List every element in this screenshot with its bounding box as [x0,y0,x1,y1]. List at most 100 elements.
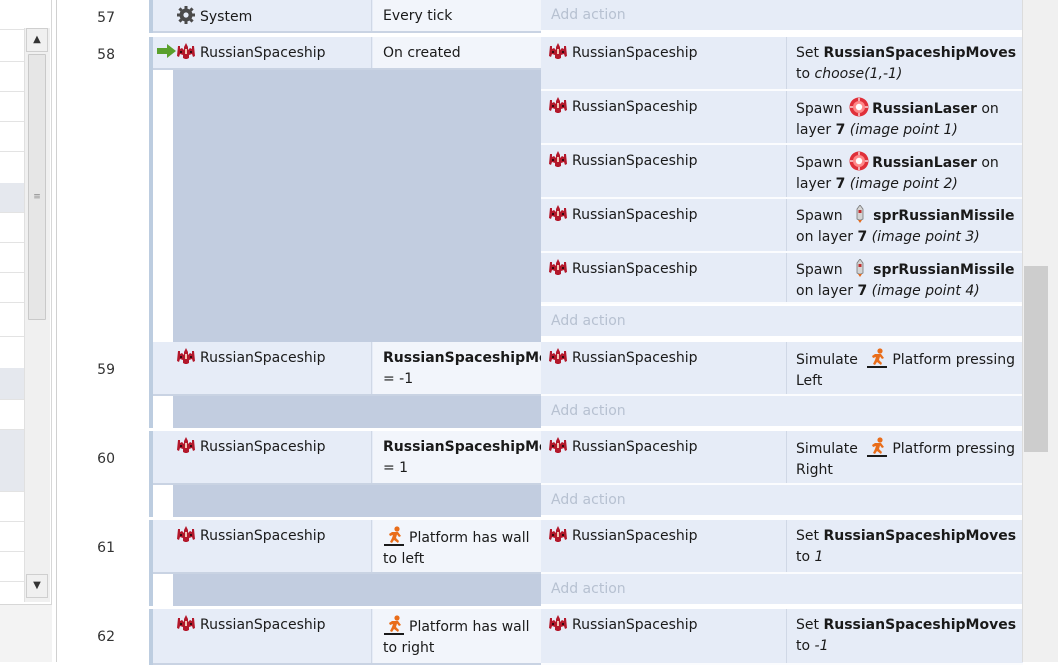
left-list-row[interactable] [0,243,24,273]
left-scrollbar[interactable]: ▲ ≡ ▼ [24,28,50,602]
left-list-row[interactable] [0,62,24,92]
left-list-row-selected[interactable] [0,430,24,492]
condition-text[interactable]: On created [373,37,541,68]
line-number: 60 [97,451,115,467]
action-verb: Set [796,617,824,633]
condition-row[interactable]: RussianSpaceship Platform has wall to le… [153,520,541,572]
line-number: 58 [97,47,115,63]
condition-object[interactable]: RussianSpaceship [153,609,372,663]
action-row[interactable]: RussianSpaceship Set RussianSpaceshipMove… [541,37,1023,91]
condition-block[interactable]: RussianSpaceship RussianSpaceshipMo = -1 [153,342,541,396]
action-row[interactable]: RussianSpaceship Spawn RussianLaser on la… [541,91,1023,145]
condition-object[interactable]: RussianSpaceship [153,520,372,572]
action-row[interactable]: RussianSpaceship Spawn sprRussianMissile … [541,199,1023,253]
left-list-row[interactable] [0,492,24,522]
add-action-button[interactable]: Add action [541,0,1023,30]
action-text[interactable]: Set RussianSpaceshipMoves to 1 [788,520,1023,572]
ship-icon [177,526,195,542]
condition-blank-area[interactable] [173,485,541,517]
add-action-button[interactable]: Add action [541,485,1023,515]
action-object[interactable]: RussianSpaceship [541,431,787,483]
condition-object[interactable]: RussianSpaceship [153,37,372,68]
left-list-row[interactable] [0,213,24,243]
left-list-row[interactable] [0,0,24,30]
condition-row[interactable]: RussianSpaceship Platform has wall to ri… [153,609,541,663]
action-object-name: RussianSpaceship [572,439,698,455]
condition-row[interactable]: RussianSpaceship RussianSpaceshipMo = 1 [153,431,541,483]
ship-icon [549,205,567,221]
action-row[interactable]: RussianSpaceship Simulate Platform pressi… [541,431,1023,485]
action-object[interactable]: RussianSpaceship [541,37,787,89]
right-scrollbar[interactable] [1022,0,1058,662]
condition-row[interactable]: RussianSpaceship On created [153,37,541,68]
action-object[interactable]: RussianSpaceship [541,520,787,572]
event-block[interactable]: RussianSpaceship RussianSpaceshipMo = 1 R… [149,431,1023,517]
action-object[interactable]: RussianSpaceship [541,253,787,302]
action-object-name: RussianSpaceship [572,99,698,115]
add-action-button[interactable]: Add action [541,574,1023,604]
condition-block[interactable]: System Every tick [153,0,541,33]
action-text[interactable]: Spawn sprRussianMissile on layer 7 (imag… [788,253,1023,302]
action-row[interactable]: RussianSpaceship Set RussianSpaceshipMove… [541,520,1023,574]
condition-blank-area[interactable] [173,70,541,375]
left-list-row[interactable] [0,273,24,303]
action-row[interactable]: RussianSpaceship Spawn RussianLaser on la… [541,145,1023,199]
left-list-row-selected[interactable] [0,183,24,213]
event-block[interactable]: RussianSpaceship On created RussianSpaces… [149,37,1023,375]
condition-block[interactable]: RussianSpaceship Platform has wall to ri… [153,609,541,665]
action-target: RussianSpaceshipMoves [823,45,1017,61]
scroll-up-button[interactable]: ▲ [26,28,48,52]
left-list-row[interactable] [0,30,24,62]
action-text[interactable]: Spawn sprRussianMissile on layer 7 (imag… [788,199,1023,251]
condition-blank-area[interactable] [173,574,541,606]
left-list-row[interactable] [0,305,24,337]
add-action-button[interactable]: Add action [541,306,1023,336]
action-object[interactable]: RussianSpaceship [541,609,787,663]
condition-object[interactable]: RussianSpaceship [153,431,372,483]
action-text[interactable]: Set RussianSpaceshipMoves to choose(1,-1… [788,37,1023,89]
left-list-row[interactable] [0,92,24,122]
action-object[interactable]: RussianSpaceship [541,342,787,394]
action-row[interactable]: RussianSpaceship Set RussianSpaceshipMove… [541,609,1023,665]
condition-text[interactable]: RussianSpaceshipMo = 1 [373,431,541,483]
scroll-down-button[interactable]: ▼ [26,574,48,598]
ship-icon [549,348,567,364]
condition-text[interactable]: Platform has wall to right [373,609,541,663]
condition-row[interactable]: System Every tick [153,0,541,31]
add-action-button[interactable]: Add action [541,396,1023,426]
left-list-row[interactable] [0,400,24,430]
condition-object[interactable]: RussianSpaceship [153,342,372,394]
action-text[interactable]: Spawn RussianLaser on layer 7 (image poi… [788,91,1023,143]
event-margin[interactable] [149,37,153,375]
condition-block[interactable]: RussianSpaceship On created [153,37,541,70]
event-block[interactable]: System Every tick Add action [149,0,1023,33]
left-list-row[interactable] [0,522,24,552]
scroll-thumb[interactable]: ≡ [28,54,46,320]
condition-row[interactable]: RussianSpaceship RussianSpaceshipMo = -1 [153,342,541,394]
condition-text[interactable]: RussianSpaceshipMo = -1 [373,342,541,394]
condition-blank-area[interactable] [173,396,541,428]
action-object[interactable]: RussianSpaceship [541,199,787,251]
action-text[interactable]: Spawn RussianLaser on layer 7 (image poi… [788,145,1023,197]
action-object[interactable]: RussianSpaceship [541,145,787,197]
event-block[interactable]: RussianSpaceship Platform has wall to ri… [149,609,1023,665]
ship-icon [549,97,567,113]
condition-text[interactable]: Every tick [373,0,541,31]
event-block[interactable]: RussianSpaceship Platform has wall to le… [149,520,1023,606]
action-text[interactable]: Simulate Platform pressing Right [788,431,1023,483]
condition-text[interactable]: Platform has wall to left [373,520,541,572]
left-list-row-selected[interactable] [0,368,24,400]
left-list-row[interactable] [0,122,24,152]
left-list-row[interactable] [0,552,24,582]
action-text[interactable]: Set RussianSpaceshipMoves to -1 [788,609,1023,663]
action-text-part: to [796,549,815,565]
action-object[interactable]: RussianSpaceship [541,91,787,143]
condition-block[interactable]: RussianSpaceship Platform has wall to le… [153,520,541,574]
event-block[interactable]: RussianSpaceship RussianSpaceshipMo = -1 … [149,342,1023,428]
condition-object[interactable]: System [153,0,372,31]
action-text[interactable]: Simulate Platform pressing Left [788,342,1023,394]
action-row[interactable]: RussianSpaceship Simulate Platform pressi… [541,342,1023,396]
condition-block[interactable]: RussianSpaceship RussianSpaceshipMo = 1 [153,431,541,485]
right-scroll-thumb[interactable] [1024,266,1048,452]
action-row[interactable]: RussianSpaceship Spawn sprRussianMissile … [541,253,1023,304]
